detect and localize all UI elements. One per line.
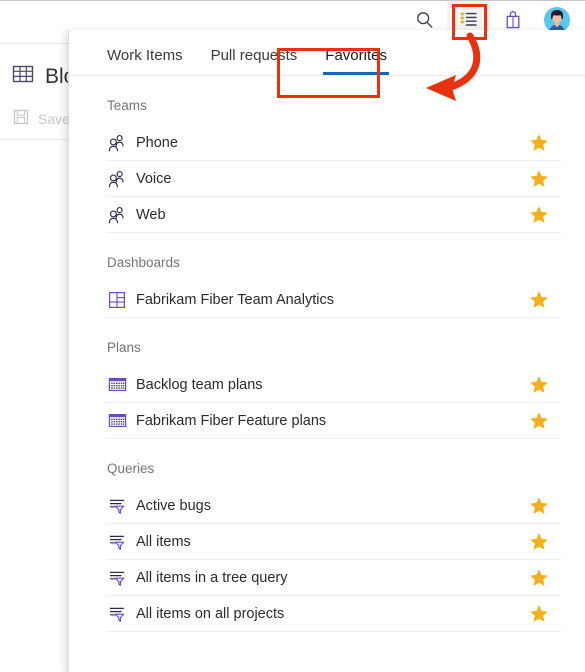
team-people-icon (106, 170, 128, 188)
list-item[interactable]: Fabrikam Fiber Team Analytics (106, 282, 561, 318)
section-header-plans: Plans (107, 340, 141, 355)
dashboard-grid-icon (106, 291, 128, 309)
team-people-icon (106, 206, 128, 224)
query-filter-icon (106, 497, 128, 515)
query-filter-icon (106, 533, 128, 551)
favorites-list-container[interactable]: Teams Phone Voice Web Dashboards Fabrika… (69, 76, 585, 671)
list-item-label: Fabrikam Fiber Feature plans (136, 412, 327, 429)
query-filter-icon (106, 569, 128, 587)
save-floppy-icon (12, 108, 30, 129)
favorite-star-icon[interactable] (529, 205, 549, 225)
list-item-label: Voice (136, 170, 172, 187)
favorite-star-icon[interactable] (529, 290, 549, 310)
favorite-star-icon[interactable] (529, 604, 549, 624)
favorite-star-icon[interactable] (529, 169, 549, 189)
favorites-group-teams: Phone Voice Web (69, 125, 585, 233)
favorite-star-icon[interactable] (529, 411, 549, 431)
list-item-label: All items (136, 533, 191, 550)
list-item[interactable]: All items (106, 524, 561, 560)
save-label: Save (38, 110, 70, 127)
favorites-group-queries: Active bugs All items All items in a tre… (69, 488, 585, 632)
list-item-label: Active bugs (136, 497, 211, 514)
list-item[interactable]: Active bugs (106, 488, 561, 524)
list-item[interactable]: Web (106, 197, 561, 233)
list-item[interactable]: All items on all projects (106, 596, 561, 632)
team-people-icon (106, 134, 128, 152)
favorites-group-dashboards: Fabrikam Fiber Team Analytics (69, 282, 585, 318)
list-item-label: All items on all projects (136, 605, 285, 622)
panel-tab-strip: Work Items Pull requests Favorites (69, 30, 585, 76)
list-item-label: Backlog team plans (136, 376, 263, 393)
plan-calendar-icon (106, 376, 128, 394)
favorite-star-icon[interactable] (529, 133, 549, 153)
favorites-group-plans: Backlog team plans Fabrikam Fiber Featur… (69, 367, 585, 439)
list-item-label: All items in a tree query (136, 569, 288, 586)
list-item[interactable]: Backlog team plans (106, 367, 561, 403)
list-item[interactable]: Fabrikam Fiber Feature plans (106, 403, 561, 439)
section-header-dashboards: Dashboards (107, 255, 180, 270)
plan-calendar-icon (106, 412, 128, 430)
list-item-label: Web (136, 206, 166, 223)
save-button[interactable]: Save (12, 108, 70, 129)
list-item[interactable]: Phone (106, 125, 561, 161)
favorite-star-icon[interactable] (529, 496, 549, 516)
list-item-label: Phone (136, 134, 178, 151)
query-filter-icon (106, 605, 128, 623)
favorite-star-icon[interactable] (529, 532, 549, 552)
list-item[interactable]: Voice (106, 161, 561, 197)
list-item-label: Fabrikam Fiber Team Analytics (136, 291, 334, 308)
tab-favorites[interactable]: Favorites (311, 47, 401, 75)
section-header-queries: Queries (107, 461, 155, 476)
favorites-flyout-panel: Work Items Pull requests Favorites Teams… (68, 30, 585, 672)
tab-pull-requests[interactable]: Pull requests (197, 47, 312, 75)
favorite-star-icon[interactable] (529, 375, 549, 395)
favorite-star-icon[interactable] (529, 568, 549, 588)
tab-work-items[interactable]: Work Items (93, 47, 197, 75)
list-item[interactable]: All items in a tree query (106, 560, 561, 596)
section-header-teams: Teams (107, 98, 147, 113)
query-table-icon (11, 62, 35, 91)
